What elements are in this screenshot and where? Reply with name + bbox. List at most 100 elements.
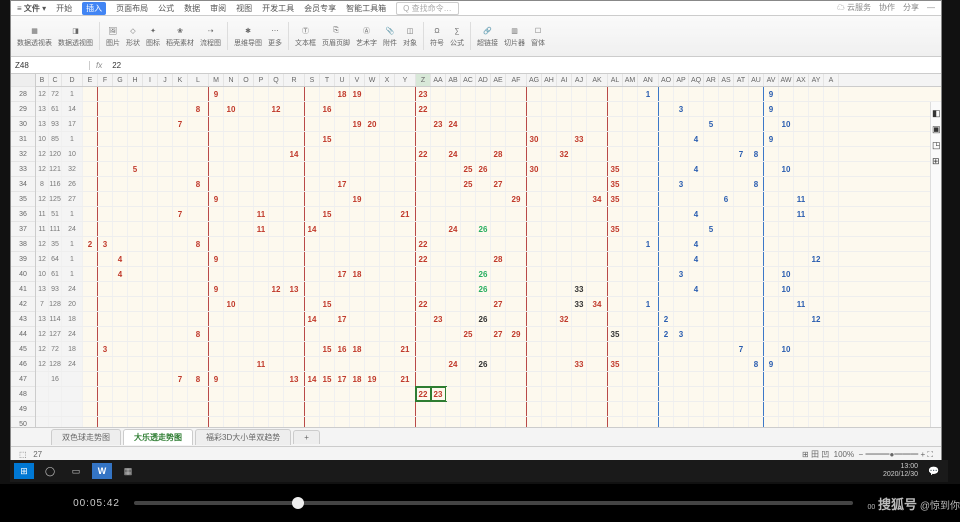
cell[interactable]	[461, 357, 476, 371]
cell[interactable]	[350, 237, 365, 251]
cell[interactable]	[734, 372, 749, 386]
cell[interactable]	[335, 162, 350, 176]
cell[interactable]: 6	[719, 192, 734, 206]
col-header[interactable]: AX	[794, 74, 809, 86]
ribbon-btn[interactable]: ☐窗体	[531, 24, 545, 48]
cell[interactable]	[188, 162, 209, 176]
cell[interactable]	[365, 177, 380, 191]
cell[interactable]	[209, 147, 224, 161]
cell[interactable]	[284, 297, 305, 311]
cell[interactable]	[491, 117, 506, 131]
cell[interactable]	[416, 417, 431, 427]
cell[interactable]	[542, 297, 557, 311]
col-header[interactable]: H	[128, 74, 143, 86]
cell[interactable]	[659, 87, 674, 101]
cell[interactable]	[224, 237, 239, 251]
cell[interactable]: 26	[476, 162, 491, 176]
cell[interactable]: 9	[209, 192, 224, 206]
col-header[interactable]: K	[173, 74, 188, 86]
cell[interactable]	[623, 252, 638, 266]
cell[interactable]	[209, 312, 224, 326]
cell[interactable]	[476, 117, 491, 131]
cell[interactable]	[527, 342, 542, 356]
cell[interactable]	[113, 372, 128, 386]
cell[interactable]	[542, 102, 557, 116]
cell[interactable]	[824, 312, 839, 326]
cell[interactable]: 9	[209, 372, 224, 386]
col-header[interactable]: AU	[749, 74, 764, 86]
cell[interactable]	[365, 357, 380, 371]
cell[interactable]	[431, 222, 446, 236]
ribbon-btn[interactable]: ❀稻壳素材	[166, 24, 194, 48]
cell[interactable]	[506, 222, 527, 236]
cell[interactable]: 33	[572, 297, 587, 311]
cell[interactable]	[98, 417, 113, 427]
cell[interactable]	[734, 417, 749, 427]
cell[interactable]	[719, 252, 734, 266]
cell[interactable]	[254, 342, 269, 356]
col-header[interactable]: W	[365, 74, 380, 86]
cell[interactable]	[542, 252, 557, 266]
cell[interactable]	[305, 282, 320, 296]
cell[interactable]	[335, 207, 350, 221]
menu-item[interactable]: 页面布局	[116, 3, 148, 14]
cell[interactable]	[734, 132, 749, 146]
cell[interactable]	[128, 342, 143, 356]
ribbon-btn[interactable]: ✦图标	[146, 24, 160, 48]
row-header[interactable]: 41	[11, 282, 35, 297]
ribbon-btn[interactable]: ◨数据透视图	[58, 24, 93, 48]
cell[interactable]	[431, 282, 446, 296]
cell[interactable]	[395, 312, 416, 326]
cell[interactable]	[188, 342, 209, 356]
cell[interactable]	[734, 252, 749, 266]
cell[interactable]: 10	[36, 132, 49, 146]
cell[interactable]	[734, 162, 749, 176]
cell[interactable]	[98, 372, 113, 386]
cell[interactable]	[506, 177, 527, 191]
cell[interactable]	[824, 282, 839, 296]
cell[interactable]	[188, 222, 209, 236]
cell[interactable]	[305, 417, 320, 427]
cell[interactable]	[239, 342, 254, 356]
ribbon-btn[interactable]: ◇形状	[126, 24, 140, 48]
cell[interactable]	[542, 312, 557, 326]
col-header[interactable]: AR	[704, 74, 719, 86]
cell[interactable]	[416, 192, 431, 206]
cell[interactable]	[704, 237, 719, 251]
cell[interactable]: 10	[779, 117, 794, 131]
cell[interactable]	[734, 102, 749, 116]
cell[interactable]: 16	[49, 372, 62, 386]
cell[interactable]	[416, 357, 431, 371]
cell[interactable]	[638, 222, 659, 236]
cell[interactable]: 12	[269, 282, 284, 296]
cell[interactable]: 12	[809, 312, 824, 326]
cell[interactable]	[542, 357, 557, 371]
cell[interactable]	[158, 87, 173, 101]
cell[interactable]	[491, 87, 506, 101]
cell[interactable]	[719, 162, 734, 176]
cell[interactable]	[719, 267, 734, 281]
cell[interactable]	[794, 267, 809, 281]
cell[interactable]	[623, 222, 638, 236]
cell[interactable]: 35	[608, 162, 623, 176]
menu-item[interactable]: 开始	[56, 3, 72, 14]
cell[interactable]	[239, 387, 254, 401]
cell[interactable]: 64	[49, 252, 62, 266]
cell[interactable]	[704, 192, 719, 206]
cell[interactable]: 121	[49, 162, 62, 176]
cell[interactable]	[98, 117, 113, 131]
cell[interactable]	[527, 117, 542, 131]
cell[interactable]	[689, 402, 704, 416]
cell[interactable]	[143, 387, 158, 401]
cell[interactable]: 32	[557, 147, 572, 161]
cell[interactable]: 1	[62, 252, 83, 266]
cell[interactable]	[764, 327, 779, 341]
cell[interactable]: 12	[36, 342, 49, 356]
cell[interactable]	[113, 327, 128, 341]
cell[interactable]	[659, 342, 674, 356]
cell[interactable]	[269, 267, 284, 281]
cell[interactable]	[416, 282, 431, 296]
cell[interactable]: 26	[476, 282, 491, 296]
cell[interactable]: 24	[446, 357, 461, 371]
cell[interactable]	[416, 312, 431, 326]
